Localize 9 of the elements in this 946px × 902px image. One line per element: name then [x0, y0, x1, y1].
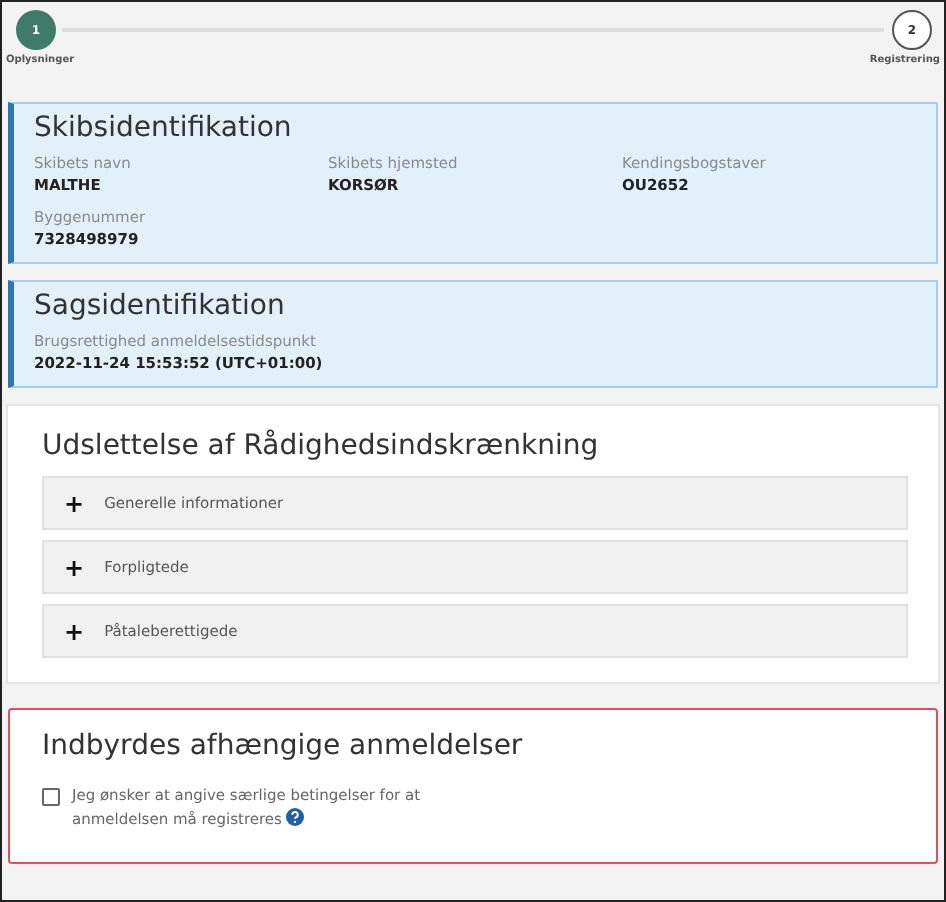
card-title: Sagsidentifikation	[34, 290, 287, 322]
card-title: Skibsidentifikation	[34, 112, 294, 144]
help-icon[interactable]	[286, 807, 305, 826]
checkbox[interactable]	[42, 788, 60, 806]
expand-icon: +	[64, 553, 85, 581]
section-title: Udslettelse af Rådighedsindskrænkning	[42, 430, 601, 462]
expand-icon: +	[64, 617, 85, 645]
section-title: Indbyrdes afhængige anmeldelser	[42, 730, 525, 762]
expand-icon: +	[64, 489, 85, 517]
